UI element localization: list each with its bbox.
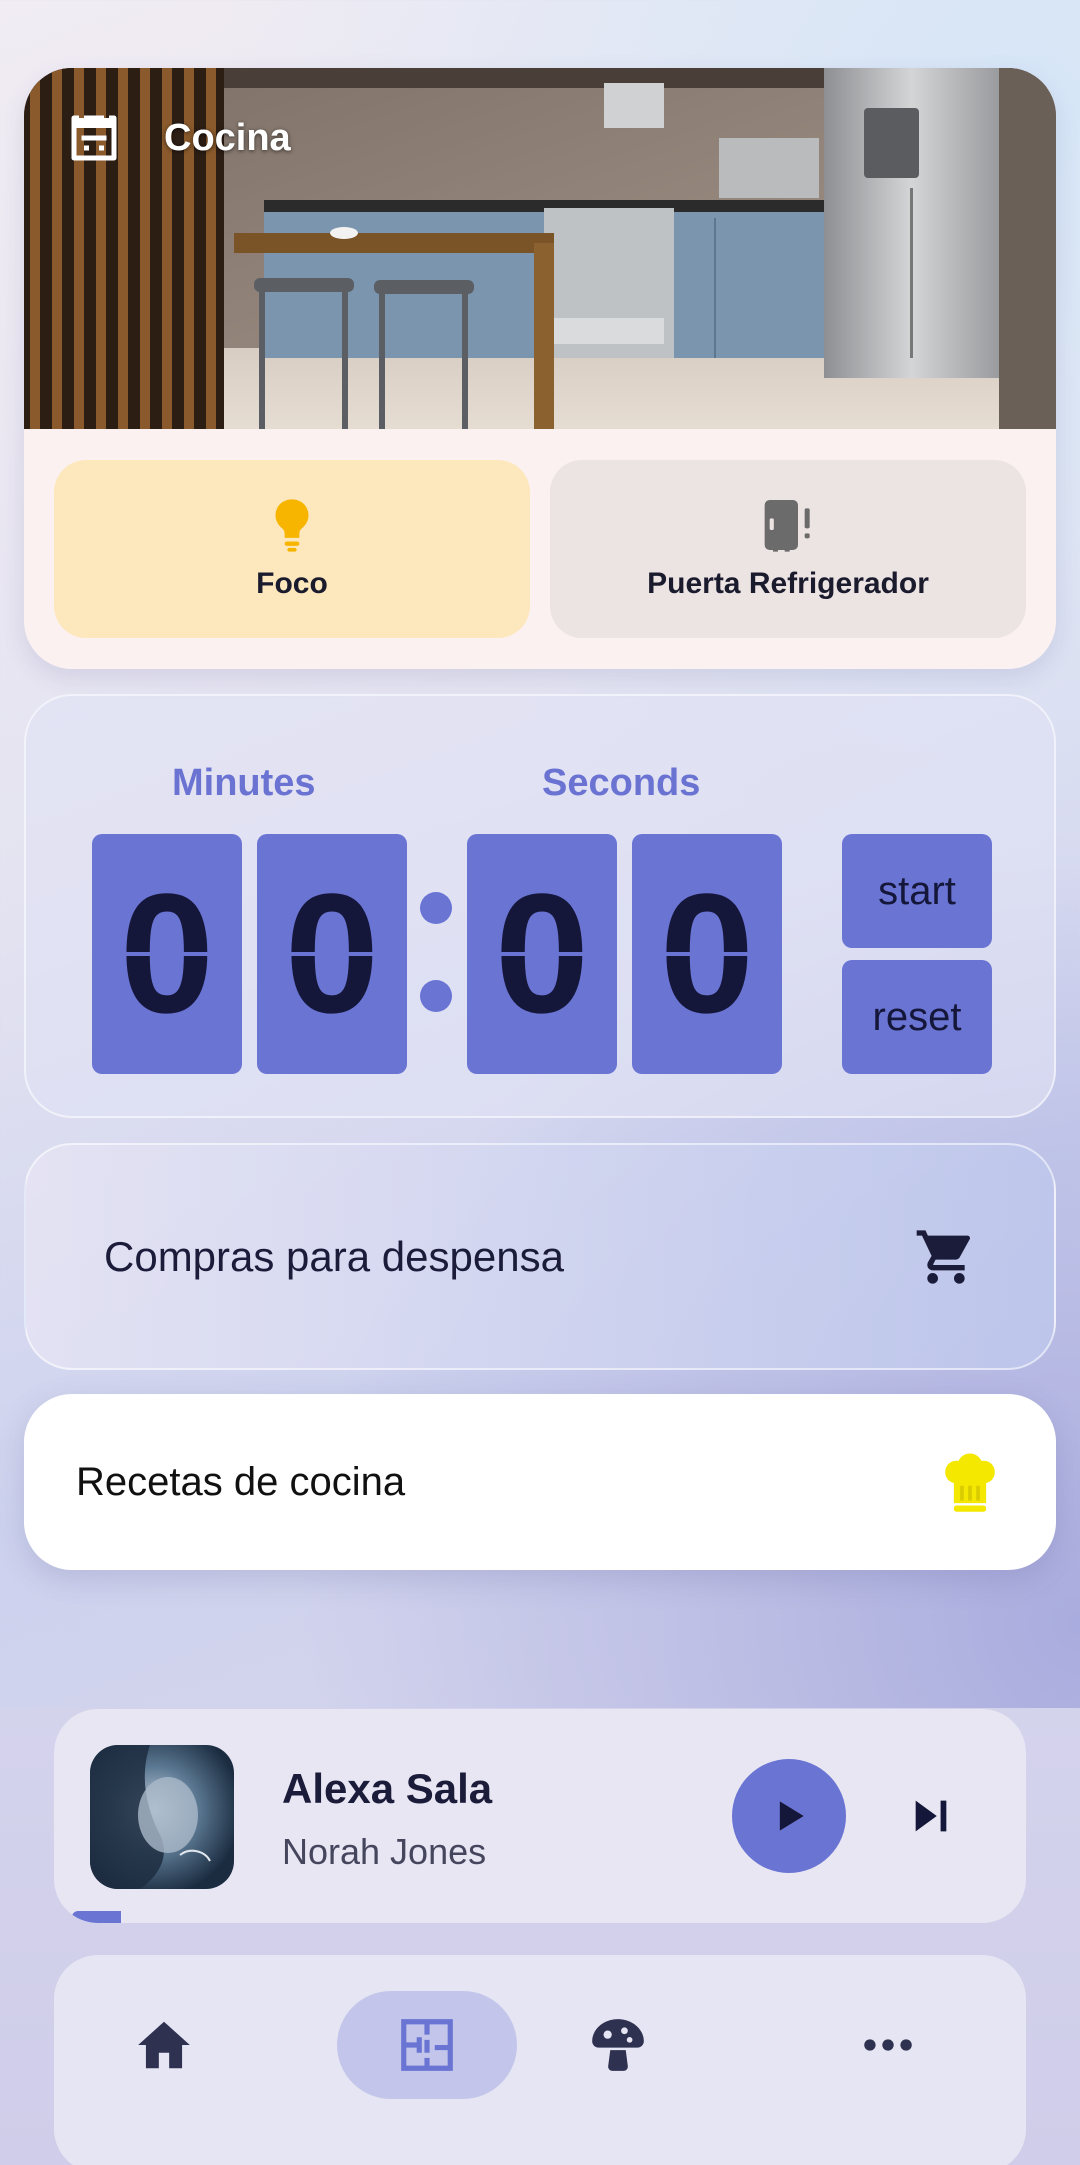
playback-progress[interactable] bbox=[54, 1911, 1026, 1923]
device-tile-foco[interactable]: Foco bbox=[54, 460, 530, 638]
colon-dot-top bbox=[420, 892, 452, 924]
playback-progress-fill bbox=[72, 1911, 121, 1923]
device-tile-puerta-refrigerador[interactable]: Puerta Refrigerador bbox=[550, 460, 1026, 638]
nav-ambient[interactable] bbox=[528, 1991, 708, 2099]
nav-floorplan[interactable] bbox=[337, 1991, 517, 2099]
timer-card: Minutes Seconds 0 0 0 0 start reset bbox=[24, 694, 1056, 1118]
shopping-list-card[interactable]: Compras para despensa bbox=[24, 1143, 1056, 1370]
device-label-foco: Foco bbox=[256, 567, 328, 600]
floorplan-icon bbox=[401, 2019, 453, 2071]
mushroom-icon bbox=[592, 2019, 644, 2071]
recipes-label: Recetas de cocina bbox=[76, 1459, 406, 1504]
play-button[interactable] bbox=[732, 1759, 846, 1873]
lightbulb-icon bbox=[275, 499, 309, 552]
more-icon bbox=[864, 2039, 912, 2051]
minutes-tens-digit: 0 bbox=[92, 834, 242, 1074]
seconds-ones-digit: 0 bbox=[632, 834, 782, 1074]
nav-more[interactable] bbox=[798, 1991, 978, 2099]
album-art bbox=[90, 1745, 234, 1889]
room-header: Cocina bbox=[64, 108, 291, 168]
home-icon bbox=[138, 2021, 190, 2069]
fridge-alert-icon bbox=[764, 500, 810, 552]
room-title: Cocina bbox=[164, 116, 291, 159]
colon-dot-bottom bbox=[420, 980, 452, 1012]
media-player[interactable]: Alexa Sala Norah Jones bbox=[54, 1709, 1026, 1923]
cart-icon bbox=[916, 1229, 970, 1284]
oven-icon bbox=[71, 115, 117, 161]
seconds-label: Seconds bbox=[542, 762, 701, 804]
track-artist: Norah Jones bbox=[282, 1831, 487, 1872]
track-title: Alexa Sala bbox=[282, 1765, 493, 1812]
start-button[interactable]: start bbox=[842, 834, 992, 948]
minutes-label: Minutes bbox=[172, 762, 316, 804]
recipes-card[interactable]: Recetas de cocina bbox=[24, 1394, 1056, 1570]
bottom-nav bbox=[54, 1955, 1026, 2165]
play-icon bbox=[779, 1801, 804, 1831]
seconds-tens-digit: 0 bbox=[467, 834, 617, 1074]
chef-hat-icon bbox=[945, 1453, 995, 1512]
device-label-puerta-refrigerador: Puerta Refrigerador bbox=[647, 567, 929, 600]
room-card-cocina[interactable]: Cocina Foco Puerta Refrigerador bbox=[24, 68, 1056, 669]
minutes-ones-digit: 0 bbox=[257, 834, 407, 1074]
shopping-list-label: Compras para despensa bbox=[104, 1232, 564, 1280]
nav-home[interactable] bbox=[74, 1991, 254, 2099]
reset-button[interactable]: reset bbox=[842, 960, 992, 1074]
skip-next-icon[interactable] bbox=[908, 1793, 954, 1839]
